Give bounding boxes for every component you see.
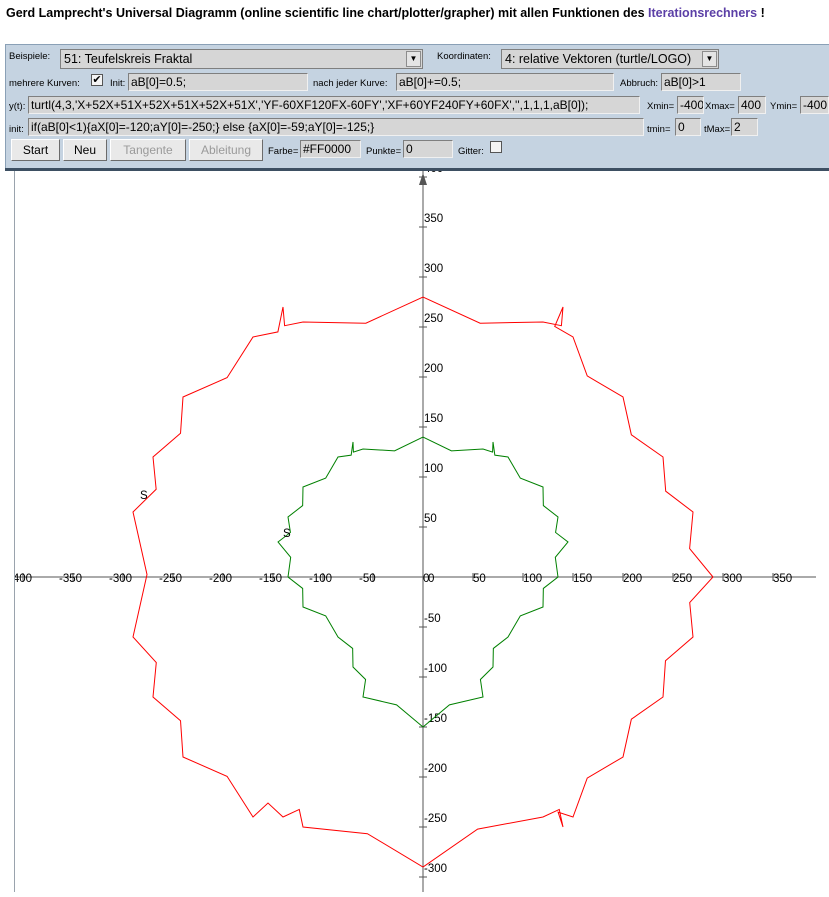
x-tick-label: 200 — [623, 573, 642, 585]
koordinaten-select[interactable]: 4: relative Vektoren (turtle/LOGO) ▼ — [501, 49, 719, 69]
y-function-label: y(t): — [9, 101, 26, 112]
xmin-input[interactable]: -400 — [677, 96, 704, 114]
y-tick-label: 350 — [424, 213, 443, 225]
farbe-input[interactable]: #FF0000 — [300, 140, 361, 158]
x-tick-label: 350 — [773, 573, 792, 585]
y-tick-label: -200 — [424, 763, 447, 775]
x-tick-label: -300 — [109, 573, 132, 585]
x-tick-label: -350 — [59, 573, 82, 585]
mehrere-kurven-label: mehrere Kurven: — [9, 78, 80, 89]
beispiele-label: Beispiele: — [9, 51, 51, 62]
origin-label: 0 — [428, 573, 434, 585]
mehrere-kurven-checkbox[interactable]: ✔ — [91, 74, 103, 86]
y-tick-label: 400 — [424, 171, 443, 175]
punkte-label: Punkte= — [366, 146, 402, 157]
y-tick-label: -300 — [424, 863, 447, 875]
abbruch-label: Abbruch: — [620, 78, 659, 89]
series-start-label: S — [283, 528, 291, 540]
plot-area[interactable]: -400 -350 -300 -250 -200 -150 -100 -50 0 50 100 150… — [9, 163, 816, 892]
tmax-label: tMax= — [704, 124, 731, 135]
chart-svg: -400 -350 -300 -250 -200 -150 -100 -50 0 50 100 150… — [9, 163, 816, 892]
init2-label: init: — [9, 124, 24, 135]
nach-jeder-kurve-input[interactable]: aB[0]+=0.5; — [396, 73, 614, 91]
chevron-down-icon[interactable]: ▼ — [702, 51, 717, 67]
y-tick-label: 100 — [424, 463, 443, 475]
y-tick-label: -100 — [424, 663, 447, 675]
x-tick-label: -150 — [259, 573, 282, 585]
y-tick-label: 200 — [424, 363, 443, 375]
check-icon: ✔ — [92, 74, 102, 86]
title-text: Gerd Lamprecht's Universal Diagramm (onl… — [6, 6, 649, 20]
y-tick-label: 50 — [424, 513, 437, 525]
beispiele-value: 51: Teufelskreis Fraktal — [64, 52, 193, 66]
page-title: Gerd Lamprecht's Universal Diagramm (onl… — [6, 6, 765, 20]
tmax-input[interactable]: 2 — [731, 118, 758, 136]
neu-button[interactable]: Neu — [63, 139, 107, 161]
x-tick-label: 150 — [573, 573, 592, 585]
farbe-label: Farbe= — [268, 146, 299, 157]
punkte-input[interactable]: 0 — [403, 140, 453, 158]
x-tick-label: 50 — [473, 573, 486, 585]
y-tick-label: 250 — [424, 313, 443, 325]
xmax-input[interactable]: 400 — [738, 96, 766, 114]
nach-jeder-kurve-label: nach jeder Kurve: — [313, 78, 388, 89]
init-input[interactable]: aB[0]=0.5; — [128, 73, 308, 91]
koordinaten-value: 4: relative Vektoren (turtle/LOGO) — [505, 52, 692, 66]
x-tick-label: -250 — [159, 573, 182, 585]
iterationsrechner-link[interactable]: Iterationsrechners — [648, 6, 757, 20]
init2-input[interactable]: if(aB[0]<1){aX[0]=-120;aY[0]=-250;} else… — [28, 118, 644, 136]
x-tick-label: -100 — [309, 573, 332, 585]
y-function-input[interactable]: turtl(4,3,'X+52X+51X+52X+51X+52X+51X','Y… — [28, 96, 640, 114]
start-button[interactable]: Start — [11, 139, 60, 161]
beispiele-select[interactable]: 51: Teufelskreis Fraktal ▼ — [60, 49, 423, 69]
abbruch-input[interactable]: aB[0]>1 — [661, 73, 741, 91]
y-tick-label: -250 — [424, 813, 447, 825]
x-tick-label: -50 — [359, 573, 376, 585]
x-tick-label: 250 — [673, 573, 692, 585]
xmin-label: Xmin= — [647, 101, 675, 112]
tmin-input[interactable]: 0 — [675, 118, 701, 136]
y-tick-label: 300 — [424, 263, 443, 275]
ableitung-button[interactable]: Ableitung — [189, 139, 263, 161]
y-tick-label: 150 — [424, 413, 443, 425]
x-tick-label: 100 — [523, 573, 542, 585]
ymin-input[interactable]: -400 — [800, 96, 829, 114]
y-tick-label: -50 — [424, 613, 441, 625]
gitter-checkbox[interactable] — [490, 141, 502, 153]
koordinaten-label: Koordinaten: — [437, 51, 491, 62]
title-suffix: ! — [757, 6, 765, 20]
gitter-label: Gitter: — [458, 146, 484, 157]
tmin-label: tmin= — [647, 124, 671, 135]
x-tick-label: -400 — [15, 573, 32, 585]
ymin-label: Ymin= — [770, 101, 798, 112]
init-label: Init: — [110, 78, 126, 89]
chevron-down-icon[interactable]: ▼ — [406, 51, 421, 67]
series-start-label: S — [140, 490, 148, 502]
x-tick-label: -200 — [209, 573, 232, 585]
xmax-label: Xmax= — [705, 101, 735, 112]
tangente-button[interactable]: Tangente — [110, 139, 186, 161]
x-tick-label: 300 — [723, 573, 742, 585]
